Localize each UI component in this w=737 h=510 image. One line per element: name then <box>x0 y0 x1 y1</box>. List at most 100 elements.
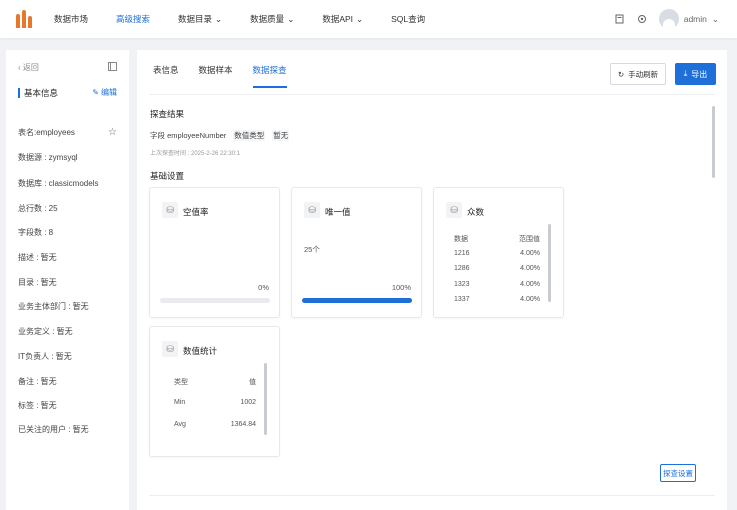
cell-value: 1337 <box>454 296 470 303</box>
manual-refresh-button[interactable]: ↻ 手动刷新 <box>610 63 666 85</box>
tab-data-sample[interactable]: 数据样本 <box>199 64 233 88</box>
table-row: Min 1002 <box>174 399 256 421</box>
table-row: 1323 4.00% <box>454 281 540 297</box>
nav-right: admin ⌄ <box>615 0 719 38</box>
star-icon[interactable]: ☆ <box>108 127 117 138</box>
card-title: 空值率 <box>183 207 209 217</box>
unique-percent: 100% <box>391 283 411 292</box>
tab-data-profiling[interactable]: 数据探查 <box>252 64 287 88</box>
unique-count: 25个 <box>304 245 320 254</box>
refresh-icon: ↻ <box>617 69 625 79</box>
avatar <box>658 9 679 29</box>
chevron-down-icon: ⌄ <box>215 13 223 24</box>
cell-percent: 4.00% <box>520 249 540 257</box>
logo[interactable] <box>16 10 32 28</box>
field-catalog: 目录 : 暂无 <box>18 278 57 287</box>
cell-percent: 4.00% <box>520 296 540 303</box>
export-button[interactable]: ⤓ 导出 <box>675 63 716 85</box>
nav-item-label: SQL查询 <box>391 14 426 24</box>
cell-value: 1286 <box>454 265 470 272</box>
cell-value: 1364.84 <box>230 421 256 428</box>
result-title: 探查结果 <box>150 109 185 119</box>
field-info-line: 字段 employeeNumber 数值类型 暂无 <box>150 130 290 141</box>
main-panel: 表信息 数据样本 数据探查 ↻ 手动刷新 ⤓ 导出 探查结果 字段 employ… <box>137 50 727 510</box>
chevron-down-icon: ⌄ <box>711 13 719 24</box>
nav-item-sql-query[interactable]: SQL查询 <box>391 13 425 25</box>
nav-item-label: 高级搜索 <box>116 14 151 24</box>
table-row: 1337 4.00% <box>454 296 540 312</box>
collapse-panel-icon[interactable] <box>108 62 117 73</box>
table-row: Avg 1364.84 <box>174 421 256 443</box>
unique-bar-fill <box>302 298 412 303</box>
field-tags: 标签 : 暂无 <box>18 401 57 410</box>
card-title: 数值统计 <box>183 346 218 356</box>
table-header: 数据 范围值 <box>454 234 540 250</box>
field-remark: 备注 : 暂无 <box>18 377 57 386</box>
field-name: 字段 employeeNumber <box>150 131 227 140</box>
null-rate-percent: 0% <box>258 283 269 292</box>
main-scrollbar[interactable] <box>712 106 715 178</box>
header-data: 数据 <box>454 236 468 243</box>
refresh-label: 手动刷新 <box>628 69 659 79</box>
field-row-count: 总行数 : 25 <box>18 204 58 213</box>
stats-table: 类型 值 Min 1002 Avg 1364.84 <box>174 377 256 443</box>
profile-settings-button[interactable]: 探查设置 <box>660 464 696 482</box>
nav-item-label: 数据API <box>322 14 354 24</box>
field-description: 描述 : 暂无 <box>18 253 57 262</box>
type-label: 数值类型 <box>233 130 266 141</box>
database-icon: ⛁ <box>446 202 462 218</box>
cell-type: Avg <box>174 421 186 428</box>
field-field-count: 字段数 : 8 <box>18 228 54 237</box>
header-range: 范围值 <box>519 236 540 243</box>
card-title: 唯一值 <box>325 207 351 217</box>
edit-label: 编辑 <box>101 88 117 97</box>
cell-type: Min <box>174 399 186 406</box>
tabs-divider <box>149 94 715 95</box>
chevron-down-icon: ⌄ <box>356 13 364 24</box>
stats-scrollbar[interactable] <box>264 363 267 435</box>
tab-table-info[interactable]: 表信息 <box>153 64 179 88</box>
type-value: 暂无 <box>272 130 290 141</box>
field-it-owner: IT负责人 : 暂无 <box>18 352 72 361</box>
chevron-down-icon: ⌄ <box>287 13 295 24</box>
field-followers: 已关注的用户 : 暂无 <box>18 425 89 434</box>
settings-icon[interactable] <box>637 14 647 24</box>
nav-item-data-market[interactable]: 数据市场 <box>54 13 88 25</box>
chevron-left-icon: ‹ <box>18 63 21 72</box>
nav-item-advanced-search[interactable]: 高级搜索 <box>116 13 150 25</box>
document-icon[interactable] <box>615 14 625 24</box>
card-unique: ⛁ 唯一值 25个 100% <box>291 187 422 318</box>
nav-item-label: 数据目录 <box>178 14 213 24</box>
basic-settings-title: 基础设置 <box>150 171 185 181</box>
left-info-panel: ‹ 返回 基本信息 ✎ 编辑 ☆ 表名:employees 数据源 : zymsy… <box>6 50 129 510</box>
database-icon: ⛁ <box>162 341 178 357</box>
table-row: 1216 4.00% <box>454 250 540 266</box>
card-mode: ⛁ 众数 数据 范围值 1216 4.00% 1286 4.00% 1323 4… <box>433 187 564 318</box>
user-menu[interactable]: admin ⌄ <box>658 9 719 29</box>
cell-percent: 4.00% <box>520 280 540 288</box>
back-label: 返回 <box>22 63 39 72</box>
bottom-divider <box>149 495 715 496</box>
database-icon: ⛁ <box>162 202 178 218</box>
cell-value: 1323 <box>454 280 470 288</box>
back-link[interactable]: ‹ 返回 <box>18 62 39 73</box>
database-icon: ⛁ <box>304 202 320 218</box>
download-icon: ⤓ <box>683 69 688 78</box>
cell-percent: 4.00% <box>520 265 540 272</box>
field-business-dept: 业务主体部门 : 暂无 <box>18 302 89 311</box>
nav-menu: 数据市场 高级搜索 数据目录 ⌄ 数据质量 ⌄ 数据API ⌄ SQL查询 <box>54 13 453 25</box>
last-profile-time: 上次探查时间 : 2025-2-26 22:30:1 <box>150 151 241 157</box>
nav-item-label: 数据质量 <box>250 14 285 24</box>
unique-bar <box>302 298 412 303</box>
null-rate-bar <box>160 298 270 303</box>
card-numeric-stats: ⛁ 数值统计 类型 值 Min 1002 Avg 1364.84 <box>149 326 280 457</box>
table-row: 1286 4.00% <box>454 265 540 281</box>
top-nav: 数据市场 高级搜索 数据目录 ⌄ 数据质量 ⌄ 数据API ⌄ SQL查询 admin… <box>0 0 737 38</box>
mode-scrollbar[interactable] <box>548 224 551 302</box>
basic-info-title: 基本信息 <box>18 87 58 98</box>
edit-button[interactable]: ✎ 编辑 <box>92 87 117 98</box>
card-null-rate: ⛁ 空值率 0% <box>149 187 280 318</box>
nav-item-data-api[interactable]: 数据API ⌄ <box>322 13 363 25</box>
nav-item-data-catalog[interactable]: 数据目录 ⌄ <box>178 13 222 25</box>
nav-item-data-quality[interactable]: 数据质量 ⌄ <box>250 13 294 25</box>
